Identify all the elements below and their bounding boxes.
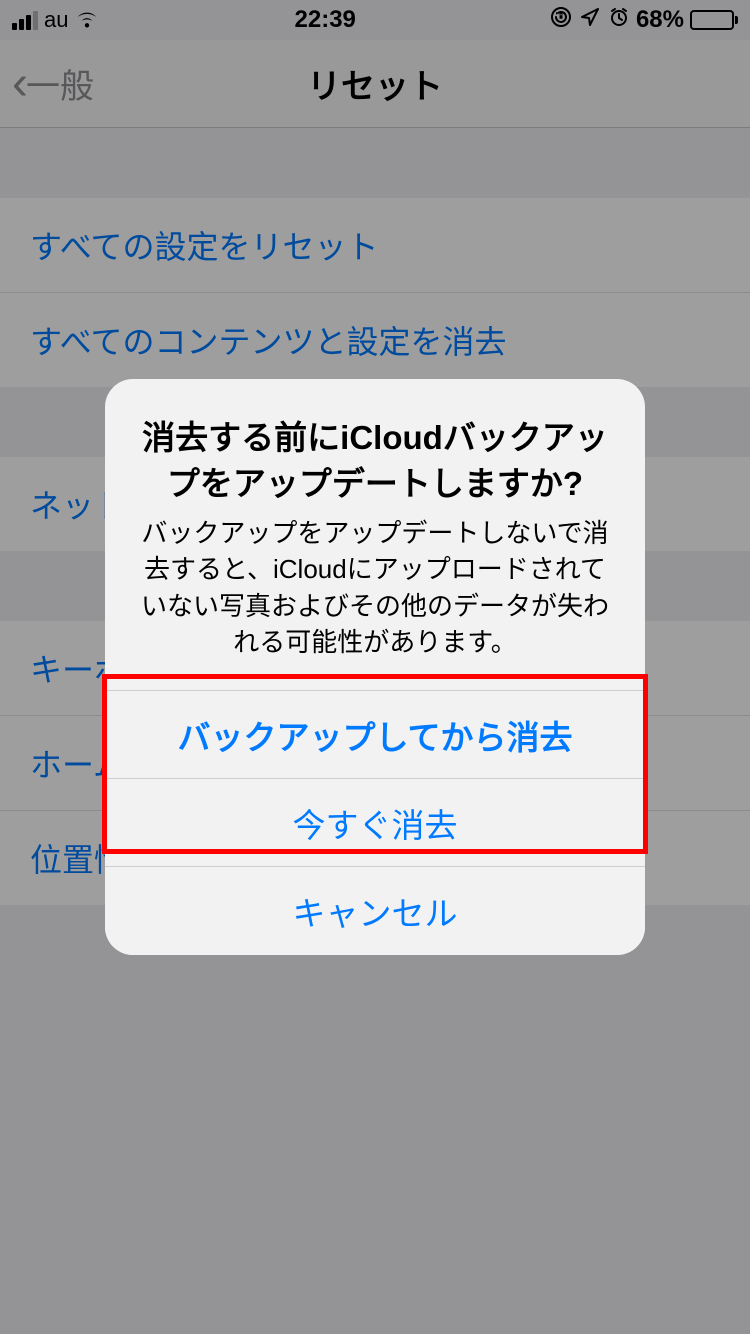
- alert-message: バックアップをアップデートしないで消去すると、iCloudにアップロードされてい…: [133, 515, 617, 661]
- modal-overlay: 消去する前にiCloudバックアップをアップデートしますか? バックアップをアッ…: [0, 0, 750, 1334]
- cancel-button[interactable]: キャンセル: [105, 867, 645, 955]
- alert-buttons: バックアップしてから消去 今すぐ消去 キャンセル: [105, 690, 645, 955]
- alert-title: 消去する前にiCloudバックアップをアップデートしますか?: [133, 415, 617, 507]
- backup-then-erase-button[interactable]: バックアップしてから消去: [105, 691, 645, 779]
- alert-body: 消去する前にiCloudバックアップをアップデートしますか? バックアップをアッ…: [105, 379, 645, 691]
- alert-dialog: 消去する前にiCloudバックアップをアップデートしますか? バックアップをアッ…: [105, 379, 645, 956]
- erase-now-button[interactable]: 今すぐ消去: [105, 779, 645, 867]
